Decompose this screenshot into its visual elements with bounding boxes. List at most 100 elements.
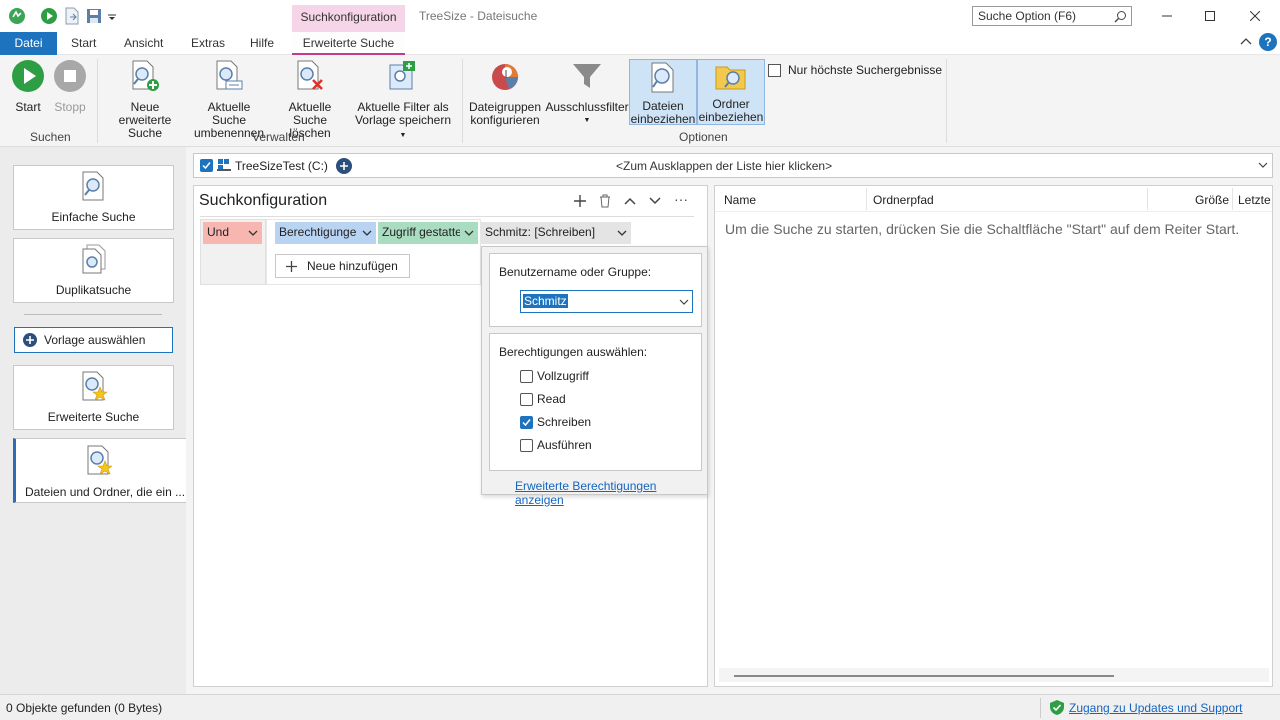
title-bar: Suchkonfiguration TreeSize - Dateisuche … <box>0 0 1280 32</box>
neue-suche-label-2: Suche <box>127 126 163 140</box>
results-header: Name Ordnerpfad Größe Letzte <box>715 186 1272 212</box>
chevron-down-icon[interactable] <box>679 299 689 306</box>
more-options-icon[interactable]: ··· <box>674 191 688 207</box>
checkbox-unchecked <box>520 392 533 406</box>
column-header-groesse[interactable]: Größe <box>1195 193 1229 207</box>
checkbox-unchecked <box>768 63 781 77</box>
permission-popup: Benutzername oder Gruppe: Schmitz Berech… <box>481 246 708 507</box>
duplicate-search-icon <box>82 244 105 274</box>
permission-value-dropdown[interactable]: Schmitz: [Schreiben] <box>481 222 631 244</box>
add-circle-icon <box>23 333 37 347</box>
maximize-button[interactable] <box>1187 0 1233 32</box>
dateigruppen-konfigurieren-button[interactable]: Dateigruppen konfigurieren <box>467 59 543 127</box>
move-down-icon[interactable] <box>649 197 661 205</box>
und-operator-dropdown[interactable]: Und <box>203 222 262 244</box>
duplikatsuche-label: Duplikatsuche <box>55 283 132 297</box>
und-label: Und <box>207 225 230 239</box>
ribbon-tab-bar: Datei Start Ansicht Extras Hilfe Erweite… <box>0 32 1280 55</box>
saved-search-dateien-ordner[interactable]: Dateien und Ordner, die ein ... <box>13 438 187 503</box>
close-icon <box>1250 11 1260 21</box>
checkmark-icon <box>202 162 211 170</box>
ausfuehren-checkbox[interactable]: Ausführen <box>520 438 592 452</box>
help-icon[interactable]: ? <box>1259 33 1277 51</box>
ausschlussfilter-button[interactable]: Ausschlussfilter ▼ <box>545 59 629 127</box>
updates-support-link[interactable]: Zugang zu Updates und Support <box>1069 701 1242 715</box>
column-divider[interactable] <box>1232 188 1233 210</box>
tab-datei[interactable]: Datei <box>0 32 57 55</box>
chevron-down-icon[interactable] <box>1258 162 1268 169</box>
vorlage-auswaehlen-button[interactable]: Vorlage auswählen <box>14 327 173 353</box>
dropdown-arrow-icon: ▼ <box>399 132 407 139</box>
close-button[interactable] <box>1232 0 1278 32</box>
scrollbar-thumb[interactable] <box>734 675 1114 677</box>
checkbox-unchecked <box>520 369 533 383</box>
move-up-icon[interactable] <box>624 197 636 205</box>
collapse-ribbon-icon[interactable] <box>1240 36 1252 51</box>
add-icon[interactable] <box>574 195 586 207</box>
tab-start[interactable]: Start <box>59 32 108 55</box>
chevron-down-icon <box>464 230 474 236</box>
quick-start-icon[interactable] <box>40 7 58 25</box>
ausfuehren-label: Ausführen <box>537 438 592 452</box>
drive-checkbox[interactable] <box>200 159 213 172</box>
tab-ansicht[interactable]: Ansicht <box>112 32 175 55</box>
vollzugriff-checkbox[interactable]: Vollzugriff <box>520 369 589 383</box>
einfache-suche-card[interactable]: Einfache Suche <box>13 165 174 230</box>
minimize-button[interactable] <box>1144 0 1190 32</box>
dateien-einbeziehen-toggle[interactable]: Dateien einbeziehen <box>629 59 697 126</box>
quick-export-icon[interactable] <box>63 7 81 25</box>
filter-als-vorlage-button[interactable]: Aktuelle Filter als Vorlage speichern ▼ <box>352 59 454 142</box>
suche-loeschen-button[interactable]: Aktuelle Suche löschen <box>270 59 350 140</box>
option-search-input[interactable]: Suche Option (F6) <box>972 6 1132 26</box>
include-folders-icon <box>714 62 748 92</box>
duplikatsuche-card[interactable]: Duplikatsuche <box>13 238 174 303</box>
neue-erweiterte-suche-button[interactable]: Neue erweiterte Suche <box>103 59 187 140</box>
nur-hoechste-checkbox[interactable]: Nur höchste Suchergebnisse <box>768 63 942 77</box>
vollzugriff-label: Vollzugriff <box>537 369 589 383</box>
tab-extras[interactable]: Extras <box>179 32 237 55</box>
chevron-down-icon <box>248 230 258 236</box>
trash-icon[interactable] <box>599 194 611 208</box>
start-button[interactable]: Start <box>10 59 46 114</box>
option-search-placeholder: Suche Option (F6) <box>978 9 1077 23</box>
dropdown-arrow-icon: ▼ <box>583 117 591 124</box>
ordner-einbeziehen-toggle[interactable]: Ordner einbeziehen <box>697 59 765 125</box>
erweiterte-suche-card[interactable]: Erweiterte Suche <box>13 365 174 430</box>
column-divider[interactable] <box>1147 188 1148 210</box>
rename-search-icon <box>212 59 246 93</box>
stopp-button[interactable]: Stopp <box>52 59 88 114</box>
berechtigungen-field-dropdown[interactable]: Berechtigunge <box>275 222 376 244</box>
tab-erweiterte-suche[interactable]: Erweiterte Suche <box>292 32 405 55</box>
zugriff-condition-dropdown[interactable]: Zugriff gestattet <box>378 222 478 244</box>
vorlage-label-2: Vorlage speichern ▼ <box>352 114 454 142</box>
app-logo-icon <box>8 7 26 25</box>
quick-save-icon[interactable] <box>85 7 103 25</box>
neue-hinzufuegen-button[interactable]: Neue hinzufügen <box>275 254 410 278</box>
tab-erweiterte-suche-label: Erweiterte Suche <box>292 32 405 53</box>
column-header-name[interactable]: Name <box>724 193 756 207</box>
drive-icon <box>217 159 231 171</box>
column-divider[interactable] <box>866 188 867 210</box>
permissions-label: Berechtigungen auswählen: <box>499 345 648 359</box>
schreiben-checkbox[interactable]: Schreiben <box>520 415 591 429</box>
loeschen-label-1: Aktuelle Suche <box>288 100 332 127</box>
suche-umbenennen-button[interactable]: Aktuelle Suche umbenennen <box>189 59 269 140</box>
user-group-combobox[interactable]: Schmitz <box>520 290 693 313</box>
nur-hoechste-label: Nur höchste Suchergebnisse <box>788 63 943 77</box>
erweiterte-berechtigungen-link[interactable]: Erweiterte Berechtigungen anzeigen <box>515 479 707 507</box>
config-title: Suchkonfiguration <box>199 192 328 209</box>
expand-list-hint[interactable]: <Zum Ausklappen der Liste hier klicken> <box>616 159 832 173</box>
start-icon <box>11 59 45 93</box>
add-drive-icon[interactable] <box>336 158 352 174</box>
context-tab-title: Suchkonfiguration <box>292 5 405 32</box>
user-group-label: Benutzername oder Gruppe: <box>499 265 652 279</box>
read-checkbox[interactable]: Read <box>520 392 566 406</box>
tab-hilfe[interactable]: Hilfe <box>238 32 286 55</box>
column-header-ordnerpfad[interactable]: Ordnerpfad <box>873 193 934 207</box>
drive-selector[interactable]: TreeSizeTest (C:) <Zum Ausklappen der Li… <box>193 153 1273 178</box>
schmitz-value-label: Schmitz: [Schreiben] <box>485 225 596 239</box>
saved-search-label: Dateien und Ordner, die ein ... <box>25 485 186 499</box>
column-header-letzte[interactable]: Letzte <box>1238 193 1271 207</box>
horizontal-scrollbar[interactable] <box>719 668 1269 682</box>
quick-access-dropdown-icon[interactable] <box>106 7 118 25</box>
